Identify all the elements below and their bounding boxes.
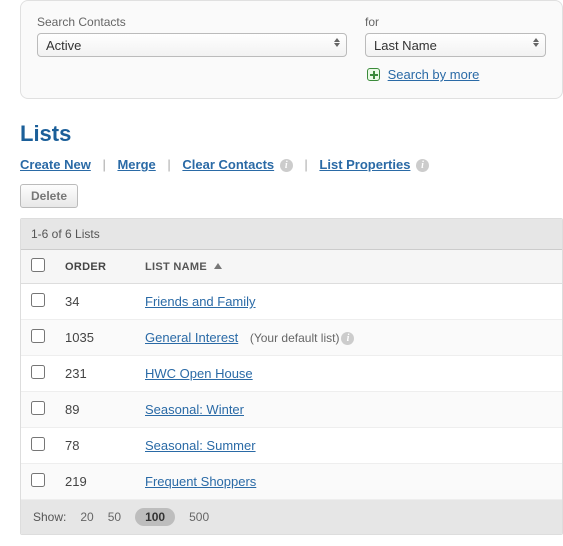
pager-label: Show: [33,510,66,524]
row-order: 219 [55,464,135,500]
separator: | [167,157,170,172]
info-icon[interactable]: i [416,159,429,172]
lists-table: ORDER LIST NAME 34 Friends and Family 1035… [21,250,562,500]
plus-icon [367,68,380,81]
table-row: 219 Frequent Shoppers [21,464,562,500]
row-order: 78 [55,428,135,464]
status-select[interactable]: Active [37,33,347,57]
page-size-option[interactable]: 500 [189,510,209,524]
list-note: (Your default list) [250,331,340,345]
delete-button[interactable]: Delete [20,184,78,208]
row-checkbox[interactable] [31,365,45,379]
dropdown-caret-icon [533,38,539,47]
row-order: 34 [55,284,135,320]
column-header-list-name[interactable]: LIST NAME [135,250,562,284]
row-checkbox[interactable] [31,329,45,343]
table-row: 1035 General Interest (Your default list)… [21,320,562,356]
row-order: 1035 [55,320,135,356]
row-checkbox[interactable] [31,401,45,415]
status-select-value: Active [46,38,81,53]
list-name-link[interactable]: Frequent Shoppers [145,474,256,489]
table-row: 89 Seasonal: Winter [21,392,562,428]
list-name-link[interactable]: Seasonal: Winter [145,402,244,417]
page-size-option[interactable]: 50 [108,510,121,524]
info-icon[interactable]: i [341,332,354,345]
info-icon[interactable]: i [280,159,293,172]
table-summary: 1-6 of 6 Lists [21,219,562,250]
page-title: Lists [20,121,563,147]
search-for-label: for [365,15,546,29]
list-name-link[interactable]: Seasonal: Summer [145,438,256,453]
row-checkbox[interactable] [31,437,45,451]
lists-table-wrap: 1-6 of 6 Lists ORDER LIST NAME 34 Friends… [20,218,563,535]
merge-link[interactable]: Merge [117,157,155,172]
page-size-option[interactable]: 100 [135,508,175,526]
list-name-link[interactable]: HWC Open House [145,366,253,381]
table-row: 34 Friends and Family [21,284,562,320]
list-name-link[interactable]: Friends and Family [145,294,256,309]
list-properties-link[interactable]: List Properties [319,157,410,172]
search-by-more-link[interactable]: Search by more [388,67,480,82]
row-order: 89 [55,392,135,428]
select-all-checkbox[interactable] [31,258,45,272]
action-bar: Create New | Merge | Clear Contacts i | … [20,157,563,172]
row-checkbox[interactable] [31,473,45,487]
clear-contacts-link[interactable]: Clear Contacts [182,157,274,172]
separator: | [304,157,307,172]
create-new-link[interactable]: Create New [20,157,91,172]
dropdown-caret-icon [334,38,340,47]
row-order: 231 [55,356,135,392]
sort-asc-icon [214,263,222,269]
search-panel: Search Contacts Active for Last Name Sea… [20,0,563,99]
page-size-pager: Show: 20 50 100 500 [21,500,562,534]
row-checkbox[interactable] [31,293,45,307]
table-row: 231 HWC Open House [21,356,562,392]
field-select[interactable]: Last Name [365,33,546,57]
table-row: 78 Seasonal: Summer [21,428,562,464]
separator: | [102,157,105,172]
column-header-list-name-label: LIST NAME [145,261,207,273]
field-select-value: Last Name [374,38,437,53]
column-header-order[interactable]: ORDER [55,250,135,284]
page-size-option[interactable]: 20 [80,510,93,524]
list-name-link[interactable]: General Interest [145,330,238,345]
search-contacts-label: Search Contacts [37,15,347,29]
